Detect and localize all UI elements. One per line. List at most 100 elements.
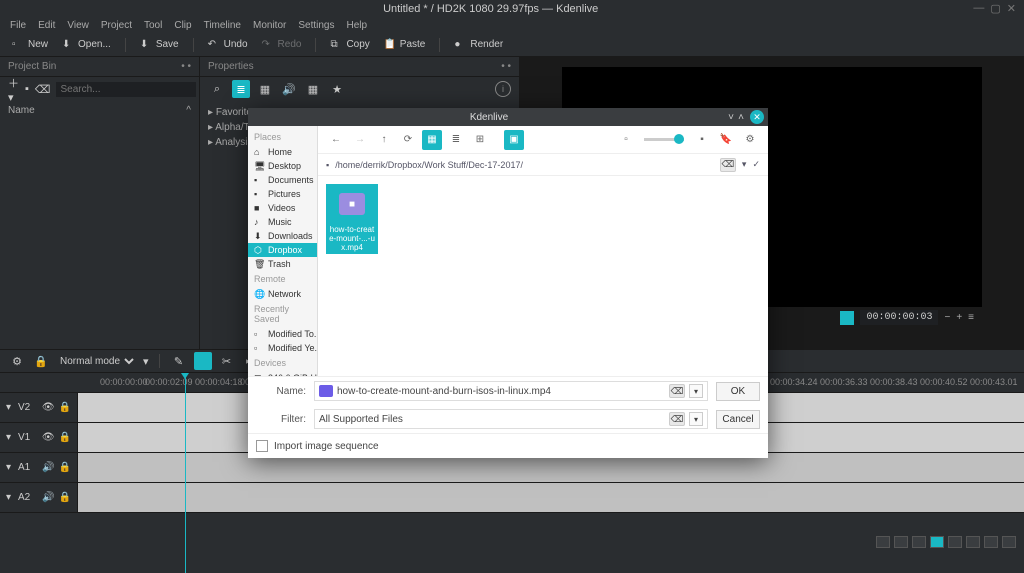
place-home[interactable]: ⌂Home xyxy=(248,145,317,159)
place-videos[interactable]: ■Videos xyxy=(248,201,317,215)
place-downloads[interactable]: ⬇Downloads xyxy=(248,229,317,243)
razor-icon[interactable]: ✎ xyxy=(170,352,188,370)
status-box[interactable] xyxy=(912,536,926,548)
clear-name-icon[interactable]: ⌫ xyxy=(669,384,685,398)
zoom-out-icon[interactable]: ▫ xyxy=(616,130,636,150)
list-view-icon[interactable]: ≣ xyxy=(446,130,466,150)
open-button[interactable]: ⬇Open... xyxy=(58,37,115,53)
bookmark-icon[interactable]: 🔖 xyxy=(716,130,736,150)
save-button[interactable]: ⬇Save xyxy=(136,37,183,53)
mute-icon[interactable]: 🔊 xyxy=(42,492,54,503)
place-pictures[interactable]: ▪Pictures xyxy=(248,187,317,201)
search-icon[interactable]: ⌕ xyxy=(208,80,226,98)
menu-timeline[interactable]: Timeline xyxy=(204,20,241,31)
status-box[interactable] xyxy=(948,536,962,548)
icon-view-icon[interactable]: ▦ xyxy=(422,130,442,150)
tc-plus-button[interactable]: + xyxy=(956,312,962,323)
maximize-icon[interactable]: ▢ xyxy=(990,2,1000,15)
up-icon[interactable]: ↑ xyxy=(374,130,394,150)
monitor-flag-icon[interactable] xyxy=(840,311,854,325)
star-icon[interactable]: ★ xyxy=(328,80,346,98)
place-documents[interactable]: ▪Documents xyxy=(248,173,317,187)
close-icon[interactable]: ✕ xyxy=(1007,2,1016,15)
render-button[interactable]: ●Render xyxy=(450,37,507,53)
fold-icon[interactable]: ▾ xyxy=(6,402,14,413)
tree-view-icon[interactable]: ⊞ xyxy=(470,130,490,150)
menu-help[interactable]: Help xyxy=(347,20,368,31)
playhead[interactable] xyxy=(185,373,186,573)
undo-button[interactable]: ↶Undo xyxy=(204,37,252,53)
mute-icon[interactable]: 🔊 xyxy=(42,462,54,473)
menu-monitor[interactable]: Monitor xyxy=(253,20,286,31)
menu-project[interactable]: Project xyxy=(101,20,132,31)
recent-yesterday[interactable]: ▫Modified Ye... xyxy=(248,341,317,355)
forward-icon[interactable]: → xyxy=(350,130,370,150)
ok-button[interactable]: OK xyxy=(716,382,760,401)
zoom-in-icon[interactable]: ▪ xyxy=(692,130,712,150)
menu-tool[interactable]: Tool xyxy=(144,20,162,31)
status-box[interactable] xyxy=(984,536,998,548)
track-body[interactable] xyxy=(78,483,1024,512)
file-browser-area[interactable]: ■ how-to-create-mount-...-ux.mp4 xyxy=(318,176,768,376)
file-item[interactable]: ■ how-to-create-mount-...-ux.mp4 xyxy=(326,184,378,254)
monitor-timecode[interactable]: 00:00:00:03 xyxy=(860,310,938,325)
mute-icon[interactable]: 👁 xyxy=(42,432,55,443)
tc-minus-button[interactable]: − xyxy=(944,312,950,323)
minimize-icon[interactable]: — xyxy=(973,2,984,15)
menu-file[interactable]: File xyxy=(10,20,26,31)
lock-icon[interactable]: 🔒 xyxy=(59,432,71,443)
path-accept-icon[interactable]: ✓ xyxy=(752,159,760,170)
dialog-maximize-icon[interactable]: ˄ xyxy=(736,112,746,122)
status-box[interactable] xyxy=(876,536,890,548)
selection-tool-icon[interactable] xyxy=(194,352,212,370)
lock-icon[interactable]: 🔒 xyxy=(32,352,50,370)
status-box[interactable] xyxy=(894,536,908,548)
redo-button[interactable]: ↷Redo xyxy=(258,37,306,53)
filter-dropdown-icon[interactable]: ▾ xyxy=(689,412,703,426)
menu-settings[interactable]: Settings xyxy=(298,20,334,31)
reload-icon[interactable]: ⟳ xyxy=(398,130,418,150)
cut-icon[interactable]: ✂ xyxy=(218,352,236,370)
name-dropdown-icon[interactable]: ▾ xyxy=(689,384,703,398)
paste-button[interactable]: 📋Paste xyxy=(380,37,430,53)
cancel-button[interactable]: Cancel xyxy=(716,410,760,429)
folder-icon[interactable]: ▪ xyxy=(25,83,29,95)
panel-dots-icon[interactable]: • • xyxy=(181,61,191,72)
lock-icon[interactable]: 🔒 xyxy=(59,492,71,503)
delete-icon[interactable]: ⌫ xyxy=(35,83,51,96)
menu-clip[interactable]: Clip xyxy=(174,20,191,31)
new-button[interactable]: ▫New xyxy=(8,37,52,53)
grid-icon[interactable]: ▦ xyxy=(304,80,322,98)
mute-icon[interactable]: 👁 xyxy=(42,402,55,413)
clear-filter-icon[interactable]: ⌫ xyxy=(669,412,685,426)
dialog-close-icon[interactable]: ✕ xyxy=(750,110,764,124)
filter-input[interactable]: All Supported Files ⌫ ▾ xyxy=(314,409,708,429)
gear-icon[interactable]: ⚙ xyxy=(8,352,26,370)
recent-today[interactable]: ▫Modified To... xyxy=(248,327,317,341)
menu-edit[interactable]: Edit xyxy=(38,20,55,31)
panel-dots-icon[interactable]: • • xyxy=(501,61,511,72)
copy-button[interactable]: ⧉Copy xyxy=(326,37,373,53)
preview-icon[interactable]: ▣ xyxy=(504,130,524,150)
place-music[interactable]: ♪Music xyxy=(248,215,317,229)
path-text[interactable]: /home/derrik/Dropbox/Work Stuff/Dec-17-2… xyxy=(335,160,714,170)
edit-mode-dropdown[interactable]: Normal mode xyxy=(56,355,137,368)
film-icon[interactable]: ▦ xyxy=(256,80,274,98)
search-input[interactable] xyxy=(56,82,196,97)
back-icon[interactable]: ← xyxy=(326,130,346,150)
place-desktop[interactable]: 🖥Desktop xyxy=(248,159,317,173)
clear-path-icon[interactable]: ⌫ xyxy=(720,158,736,172)
monitor-menu-icon[interactable]: ≡ xyxy=(968,312,974,323)
menu-view[interactable]: View xyxy=(67,20,89,31)
fold-icon[interactable]: ▾ xyxy=(6,462,14,473)
zoom-slider[interactable] xyxy=(644,138,684,141)
device-drive[interactable]: ⊟346.6 GiB H... xyxy=(248,371,317,376)
list-view-icon[interactable]: ≣ xyxy=(232,80,250,98)
slider-thumb[interactable] xyxy=(674,134,684,144)
name-column[interactable]: Name xyxy=(8,105,35,116)
status-box[interactable] xyxy=(966,536,980,548)
settings-icon[interactable]: ⚙ xyxy=(740,130,760,150)
fold-icon[interactable]: ▾ xyxy=(6,432,14,443)
sort-arrow-icon[interactable]: ^ xyxy=(186,105,191,116)
path-dropdown-icon[interactable]: ▾ xyxy=(742,159,747,170)
